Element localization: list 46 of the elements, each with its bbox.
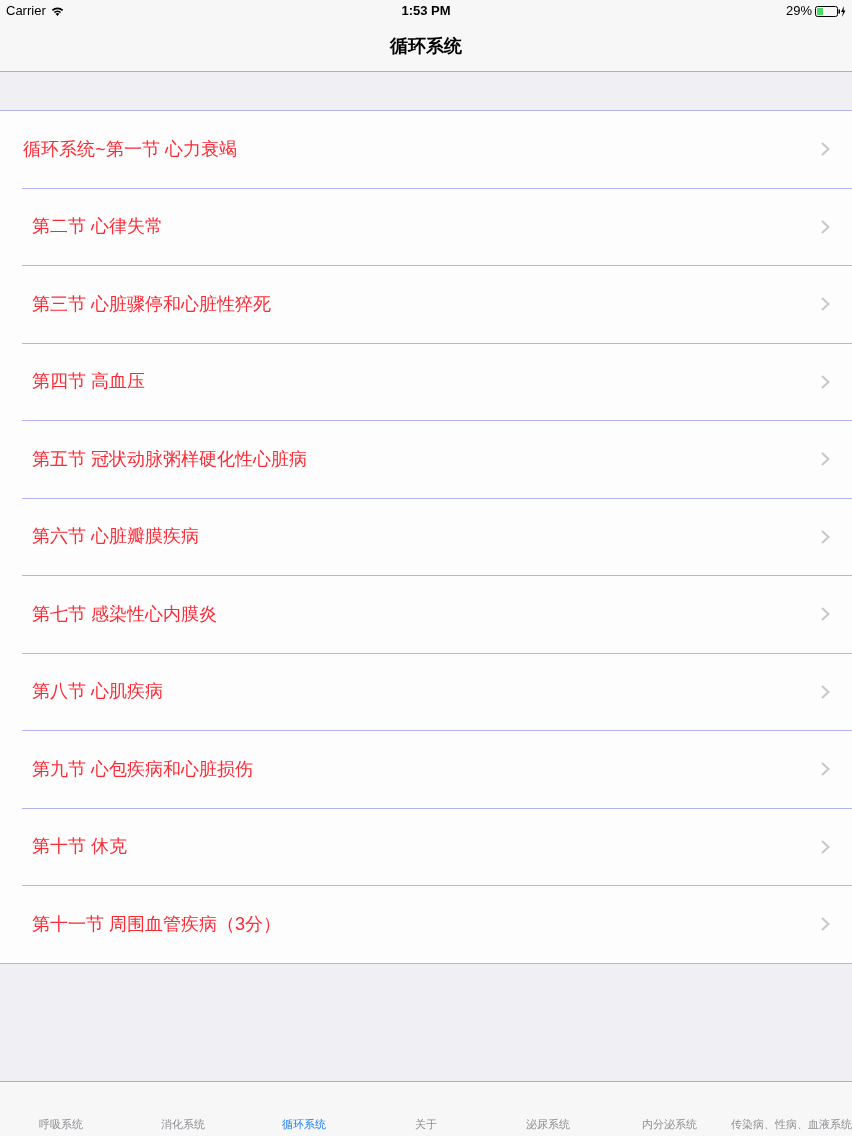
list-row[interactable]: 第三节 心脏骤停和心脏性猝死 — [0, 266, 852, 344]
tab[interactable]: 循环系统 — [281, 1115, 328, 1132]
row-label: 第五节 冠状动脉粥样硬化性心脏病 — [31, 447, 307, 471]
tab[interactable]: 呼吸系统 — [37, 1115, 84, 1132]
row-label: 第六节 心脏瓣膜疾病 — [31, 525, 199, 549]
tab[interactable]: 泌尿系统 — [524, 1115, 571, 1132]
row-label: 第三节 心脏骤停和心脏性猝死 — [31, 292, 271, 316]
list-row[interactable]: 循环系统~第一节 心力衰竭 — [0, 111, 852, 189]
list-row[interactable]: 第五节 冠状动脉粥样硬化性心脏病 — [0, 421, 852, 499]
chevron-right-icon — [821, 219, 830, 234]
chevron-right-icon — [821, 297, 830, 312]
list-row[interactable]: 第九节 心包疾病和心脏损伤 — [0, 731, 852, 809]
battery-charging-icon — [815, 5, 846, 17]
chevron-right-icon — [821, 142, 830, 157]
list-row[interactable]: 第六节 心脏瓣膜疾病 — [0, 498, 852, 576]
tab[interactable]: 关于 — [414, 1115, 438, 1132]
list-row[interactable]: 第十一节 周围血管疾病（3分） — [0, 886, 852, 963]
wifi-icon — [50, 6, 64, 16]
row-label: 第十一节 周围血管疾病（3分） — [31, 912, 281, 936]
tab[interactable]: 消化系统 — [159, 1115, 206, 1132]
chevron-right-icon — [821, 374, 830, 389]
chevron-right-icon — [821, 529, 830, 544]
nav-title: 循环系统 — [390, 35, 462, 58]
row-label: 第十节 休克 — [31, 835, 127, 859]
chevron-right-icon — [821, 452, 830, 467]
row-label: 循环系统~第一节 心力衰竭 — [22, 137, 237, 161]
row-label: 第二节 心律失常 — [31, 215, 163, 239]
tab[interactable]: 传染病、性病、血液系统 — [729, 1115, 852, 1132]
chevron-right-icon — [821, 762, 830, 777]
chevron-right-icon — [821, 684, 830, 699]
list-row[interactable]: 第八节 心肌疾病 — [0, 653, 852, 731]
list-row[interactable]: 第十节 休克 — [0, 808, 852, 886]
chevron-right-icon — [821, 839, 830, 854]
row-label: 第四节 高血压 — [31, 370, 145, 394]
list-row[interactable]: 第七节 感染性心内膜炎 — [0, 576, 852, 654]
row-label: 第八节 心肌疾病 — [31, 680, 163, 704]
status-time: 1:53 PM — [401, 2, 451, 21]
list-row[interactable]: 第四节 高血压 — [0, 343, 852, 421]
carrier-name: Carrier — [6, 2, 46, 21]
list-row[interactable]: 第二节 心律失常 — [0, 188, 852, 266]
row-label: 第九节 心包疾病和心脏损伤 — [31, 757, 253, 781]
row-label: 第七节 感染性心内膜炎 — [31, 602, 217, 626]
chevron-right-icon — [821, 917, 830, 932]
tab[interactable]: 内分泌系统 — [640, 1115, 698, 1132]
chevron-right-icon — [821, 607, 830, 622]
battery-percent: 29% — [785, 2, 812, 21]
